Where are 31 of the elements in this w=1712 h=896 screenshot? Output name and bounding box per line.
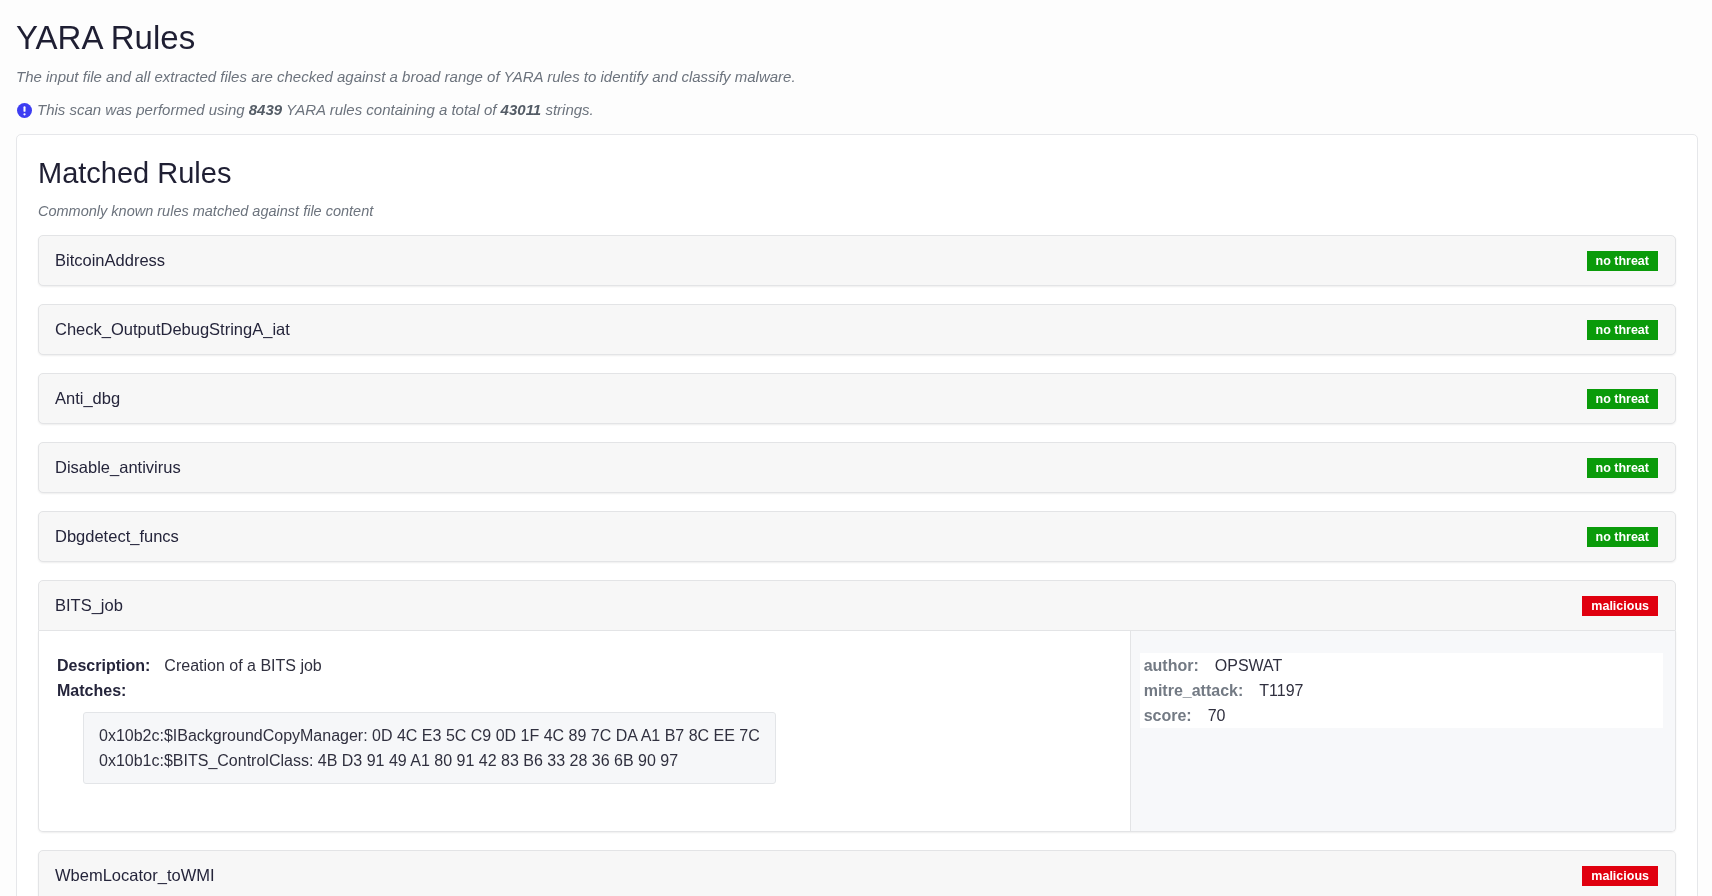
match-string: 0x10b2c:$IBackgroundCopyManager: 0D 4C E3 5C C9 0D 1F 4C 89 7C DA A1 B7 8C EE 7C xyxy=(99,726,760,746)
metadata-key: mitre_attack: xyxy=(1143,678,1244,703)
info-icon xyxy=(17,102,32,118)
verdict-badge: no threat xyxy=(1586,388,1658,409)
verdict-badge: no threat xyxy=(1586,526,1658,547)
section-title: Matched Rules xyxy=(38,156,233,191)
metadata-value: 70 xyxy=(1207,706,1226,726)
page-title: YARA Rules xyxy=(16,18,197,58)
metadata-key: score: xyxy=(1143,703,1192,728)
rule-header[interactable]: BitcoinAddress no threat xyxy=(38,235,1676,286)
match-string: 0x10b1c:$BITS_ControlClass: 4B D3 91 49 A1 80 91 42 83 B6 33 28 36 6B 90 97 xyxy=(99,751,680,771)
rule-header[interactable]: Dbgdetect_funcs no threat xyxy=(38,511,1676,562)
field-label: Description: xyxy=(57,656,151,676)
verdict-badge: malicious xyxy=(1582,595,1658,616)
field-value: Creation of a BITS job xyxy=(164,656,322,676)
verdict-badge: no threat xyxy=(1586,250,1658,271)
scan-info: This scan was performed using 8439 YARA rules containing a total of 43011 strings. xyxy=(37,100,594,120)
metadata-value: T1197 xyxy=(1259,681,1304,701)
page-description: The input file and all extracted files are checked against a broad range of YARA rules to identify and classify malware. xyxy=(16,67,797,87)
verdict-badge: no threat xyxy=(1586,457,1658,478)
metadata-key: author: xyxy=(1143,653,1199,678)
verdict-badge: malicious xyxy=(1582,865,1658,886)
rule-header[interactable]: Disable_antivirus no threat xyxy=(38,442,1676,493)
rule-header[interactable]: WbemLocator_toWMI malicious xyxy=(38,850,1676,896)
section-subtitle: Commonly known rules matched against file content xyxy=(38,202,375,221)
rule-header[interactable]: BITS_job malicious xyxy=(38,580,1676,631)
rule-header[interactable]: Check_OutputDebugStringA_iat no threat xyxy=(38,304,1676,355)
verdict-badge: no threat xyxy=(1586,319,1658,340)
field-label: Matches: xyxy=(57,681,127,701)
metadata-value: OPSWAT xyxy=(1214,656,1283,676)
rule-header[interactable]: Anti_dbg no threat xyxy=(38,373,1676,424)
